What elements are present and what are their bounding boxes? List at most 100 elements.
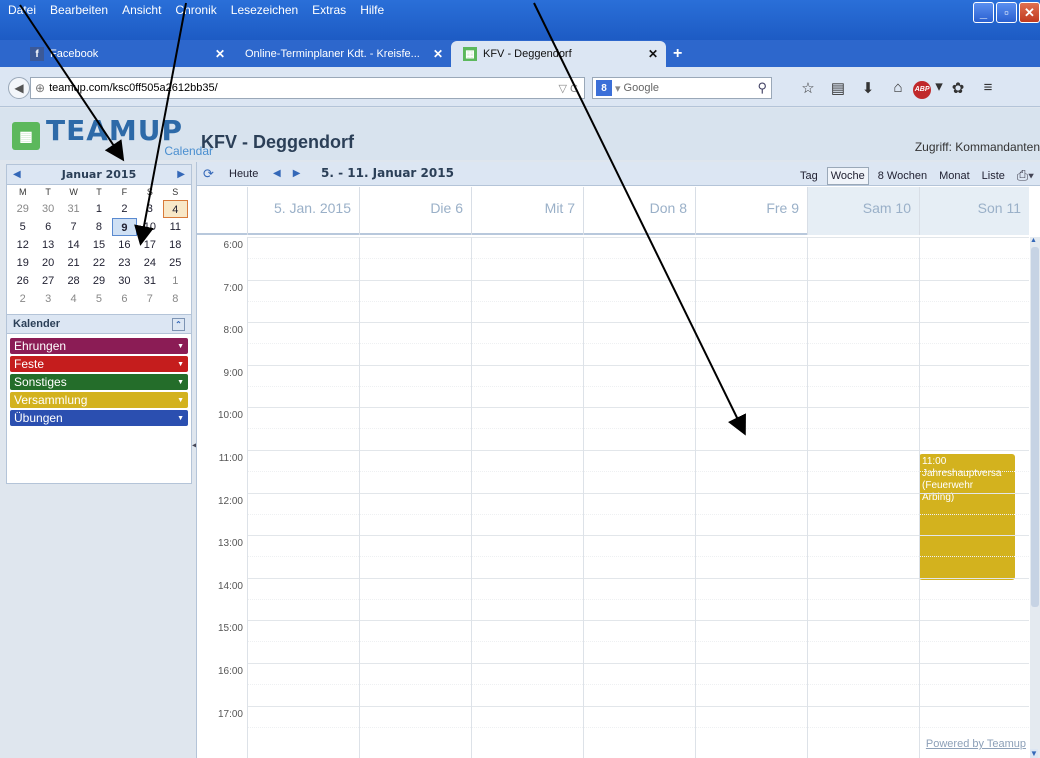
calendar-item-3[interactable]: Versammlung ▼: [10, 392, 188, 408]
view-liste[interactable]: Liste: [979, 168, 1008, 184]
day-header[interactable]: 5. Jan. 2015: [247, 187, 359, 235]
day-header[interactable]: Die 6: [359, 187, 471, 235]
minical-day[interactable]: 3: [35, 290, 60, 308]
minical-day[interactable]: 29: [86, 272, 111, 290]
minical-day[interactable]: 29: [10, 200, 35, 218]
vertical-scrollbar[interactable]: ▲ ▼: [1030, 237, 1040, 758]
minical-day[interactable]: 7: [137, 290, 162, 308]
menu-extras[interactable]: Extras: [312, 3, 346, 17]
new-tab-icon[interactable]: +: [673, 45, 682, 63]
calendar-item-2[interactable]: Sonstiges ▼: [10, 374, 188, 390]
minical-day[interactable]: 17: [137, 236, 162, 254]
minical-day[interactable]: 30: [35, 200, 60, 218]
event-jahreshauptversammlung[interactable]: 11:00 Jahreshauptversa (Feuerwehr Arbing…: [919, 454, 1015, 580]
search-icon[interactable]: ⚲: [757, 80, 767, 96]
minical-day[interactable]: 16: [112, 236, 137, 254]
day-header[interactable]: Mit 7: [471, 187, 583, 235]
minical-day[interactable]: 8: [86, 218, 111, 236]
close-tab-icon[interactable]: ✕: [215, 47, 225, 61]
collapse-icon[interactable]: ⌃: [172, 317, 185, 331]
minical-day[interactable]: 8: [163, 290, 188, 308]
close-window-button[interactable]: ✕: [1019, 2, 1040, 23]
view-woche[interactable]: Woche: [826, 166, 869, 185]
minical-day[interactable]: 23: [112, 254, 137, 272]
dropdown-icon[interactable]: ▼: [177, 343, 184, 350]
minical-day[interactable]: 15: [86, 236, 111, 254]
search-box[interactable]: 8 ▾ Google ⚲: [592, 77, 772, 99]
minimize-button[interactable]: _: [973, 2, 994, 23]
printer-icon[interactable]: ⎙▾: [1014, 165, 1037, 186]
minical-day[interactable]: 4: [61, 290, 86, 308]
minical-day[interactable]: 25: [163, 254, 188, 272]
close-tab-icon[interactable]: ✕: [433, 47, 443, 61]
download-icon[interactable]: ⬇: [853, 79, 883, 97]
minical-day[interactable]: 31: [137, 272, 162, 290]
minical-day[interactable]: 20: [35, 254, 60, 272]
tab-facebook[interactable]: f Facebook ✕: [18, 41, 233, 67]
today-button[interactable]: Heute: [229, 168, 258, 180]
scroll-down-icon[interactable]: ▼: [1030, 749, 1038, 758]
dropdown-icon[interactable]: ▼: [177, 415, 184, 422]
minical-day[interactable]: 7: [61, 218, 86, 236]
menu-datei[interactable]: Datei: [8, 3, 36, 17]
dropdown-icon[interactable]: ▼: [177, 397, 184, 404]
teamup-logo[interactable]: ▦ TEAMUP Calendar: [12, 114, 213, 158]
menu-bearbeiten[interactable]: Bearbeiten: [50, 3, 108, 17]
next-month-icon[interactable]: ▶: [177, 169, 185, 180]
tab-terminplaner[interactable]: Online-Terminplaner Kdt. - Kreisfe... ✕: [233, 41, 451, 67]
minical-day[interactable]: 9: [111, 218, 138, 236]
back-button[interactable]: ◀: [8, 77, 30, 99]
powered-by-link[interactable]: Powered by Teamup: [926, 738, 1026, 750]
minical-day[interactable]: 1: [86, 200, 111, 218]
menu-hilfe[interactable]: Hilfe: [360, 3, 384, 17]
minical-day[interactable]: 6: [112, 290, 137, 308]
hamburger-menu-icon[interactable]: ≡: [973, 79, 1003, 96]
maximize-button[interactable]: ▫: [996, 2, 1017, 23]
day-header[interactable]: Fre 9: [695, 187, 807, 235]
minical-day[interactable]: 2: [10, 290, 35, 308]
calendar-item-4[interactable]: Übungen ▼: [10, 410, 188, 426]
minical-day[interactable]: 13: [35, 236, 60, 254]
prev-week-icon[interactable]: ◀: [273, 168, 281, 179]
minical-day[interactable]: 11: [163, 218, 188, 236]
menu-chronik[interactable]: Chronik: [175, 3, 216, 17]
minical-day[interactable]: 18: [163, 236, 188, 254]
minical-day[interactable]: 12: [10, 236, 35, 254]
minical-day[interactable]: 14: [61, 236, 86, 254]
menu-lesezeichen[interactable]: Lesezeichen: [231, 3, 298, 17]
minical-day[interactable]: 30: [112, 272, 137, 290]
minical-day[interactable]: 4: [162, 200, 188, 218]
minical-day[interactable]: 6: [35, 218, 60, 236]
bookmark-star-icon[interactable]: ☆: [793, 79, 823, 97]
view-tag[interactable]: Tag: [797, 168, 821, 184]
adblock-icon[interactable]: ABP ▾: [913, 77, 943, 99]
prev-month-icon[interactable]: ◀: [13, 169, 21, 180]
refresh-icon[interactable]: ⟳: [203, 166, 214, 182]
view-monat[interactable]: Monat: [936, 168, 973, 184]
day-header[interactable]: Sam 10: [807, 187, 919, 235]
url-bar[interactable]: ⊕ teamup.com/ksc0ff505a2612bb35/ ▽ C: [30, 77, 585, 99]
reading-list-icon[interactable]: ▤: [823, 79, 853, 97]
week-time-grid[interactable]: 11:00 Jahreshauptversa (Feuerwehr Arbing…: [197, 237, 1029, 758]
minical-day[interactable]: 24: [137, 254, 162, 272]
minical-day[interactable]: 28: [61, 272, 86, 290]
reload-icon[interactable]: ▽ C: [559, 82, 578, 95]
calendar-item-1[interactable]: Feste ▼: [10, 356, 188, 372]
minical-day[interactable]: 1: [163, 272, 188, 290]
calendar-item-0[interactable]: Ehrungen ▼: [10, 338, 188, 354]
dropdown-icon[interactable]: ▼: [177, 361, 184, 368]
dropdown-icon[interactable]: ▼: [177, 379, 184, 386]
minical-day[interactable]: 5: [10, 218, 35, 236]
minical-day[interactable]: 2: [112, 200, 137, 218]
view-8-wochen[interactable]: 8 Wochen: [875, 168, 930, 184]
minical-day[interactable]: 22: [86, 254, 111, 272]
day-header[interactable]: Don 8: [583, 187, 695, 235]
minical-day[interactable]: 19: [10, 254, 35, 272]
next-week-icon[interactable]: ▶: [293, 168, 301, 179]
scroll-up-icon[interactable]: ▲: [1030, 237, 1037, 244]
minical-day[interactable]: 5: [86, 290, 111, 308]
minical-day[interactable]: 21: [61, 254, 86, 272]
scrollbar-thumb[interactable]: [1031, 247, 1039, 607]
minical-day[interactable]: 27: [35, 272, 60, 290]
menu-ansicht[interactable]: Ansicht: [122, 3, 161, 17]
